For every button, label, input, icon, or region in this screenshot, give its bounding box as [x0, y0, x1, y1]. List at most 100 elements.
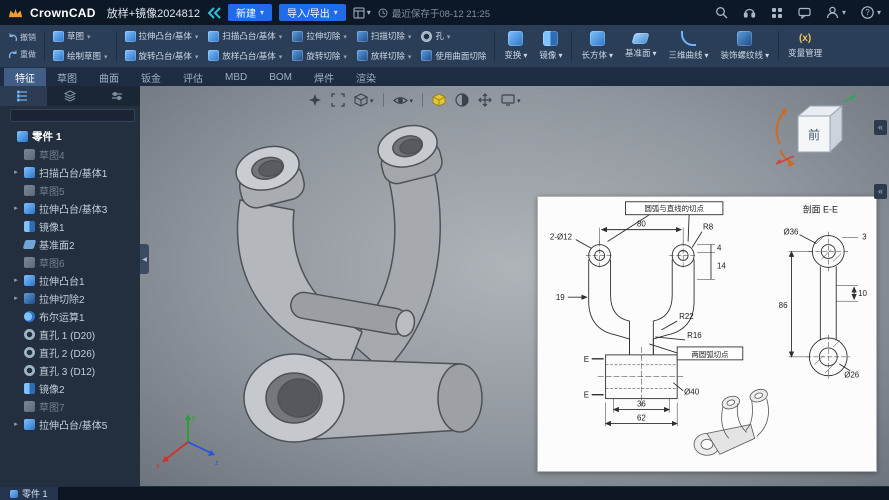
- surface-cut-button[interactable]: 使用曲面切除: [417, 47, 490, 66]
- tree-item-label: 草图5: [39, 186, 65, 198]
- titlebar-actions: ?: [715, 6, 881, 19]
- loft-boss-button[interactable]: 放样凸台/基体: [204, 47, 286, 66]
- tab-weldment[interactable]: 焊件: [303, 68, 345, 86]
- variable-manager-button[interactable]: (x) 变量管理: [783, 27, 827, 65]
- tab-display-settings[interactable]: [93, 86, 140, 106]
- user-menu[interactable]: [826, 6, 846, 19]
- expand-arrow-icon[interactable]: [12, 168, 20, 176]
- chevron-down-icon: [279, 31, 283, 41]
- undo-button[interactable]: 撤销: [6, 31, 38, 45]
- tree-item[interactable]: 草图4: [0, 145, 140, 163]
- viewport-3d[interactable]: 80 R8 2-Ø12 4 14 19 R22 R16 两圆弧切点 圆弧与直线的…: [140, 86, 889, 486]
- sweep-cut-button[interactable]: 扫描切除: [353, 27, 416, 46]
- sketch-button[interactable]: 草图: [49, 27, 112, 46]
- expand-arrow-icon[interactable]: [12, 276, 20, 284]
- expand-arrow-icon[interactable]: [12, 420, 20, 428]
- right-panel-toggle-icon[interactable]: [874, 184, 887, 199]
- titlebar: CrownCAD 放样+镜像2024812 新建 导入/导出 最近保存于08-1…: [0, 0, 889, 25]
- message-icon[interactable]: [798, 7, 811, 19]
- search-icon[interactable]: [715, 6, 728, 19]
- revolve-boss-button[interactable]: 旋转凸台/基体: [121, 47, 203, 66]
- mirror-button[interactable]: 镜像: [534, 27, 567, 65]
- tree-item-label: 基准面2: [39, 240, 75, 252]
- extrude-cut-button[interactable]: 拉伸切除: [288, 27, 351, 46]
- hole-icon: [421, 30, 433, 42]
- right-panel-toggle-icon[interactable]: [874, 120, 887, 135]
- transform-button[interactable]: 变换: [499, 27, 532, 65]
- tree-item[interactable]: 草图6: [0, 253, 140, 271]
- part-tab[interactable]: 零件 1: [0, 487, 58, 500]
- loft-cut-button[interactable]: 放样切除: [353, 47, 416, 66]
- tab-mbd[interactable]: MBD: [214, 68, 258, 86]
- expand-arrow-icon[interactable]: [12, 204, 20, 212]
- undo-redo-group: 撤销 重做: [4, 27, 40, 65]
- help-menu[interactable]: ?: [861, 6, 881, 19]
- tree-item[interactable]: 镜像2: [0, 379, 140, 397]
- sweep-boss-button[interactable]: 扫描凸台/基体: [204, 27, 286, 46]
- tree-root-part[interactable]: 零件 1: [0, 127, 140, 145]
- box-button[interactable]: 长方体: [576, 27, 618, 65]
- headset-icon[interactable]: [743, 6, 756, 19]
- chevron-down-icon: [343, 51, 347, 61]
- tree-item[interactable]: 草图7: [0, 397, 140, 415]
- draw-sketch-button[interactable]: 绘制草图: [49, 47, 112, 66]
- tree-item-label: 扫描凸台/基体1: [39, 168, 108, 180]
- tab-sketch[interactable]: 草图: [46, 68, 88, 86]
- tab-render[interactable]: 渲染: [345, 68, 387, 86]
- tree-item[interactable]: 布尔运算1: [0, 307, 140, 325]
- tree-collapse-handle[interactable]: [140, 244, 149, 274]
- revolve-cut-icon: [292, 50, 304, 62]
- apps-grid-icon[interactable]: [771, 7, 783, 19]
- tab-model-tree[interactable]: [0, 86, 47, 106]
- tree-item[interactable]: 镜像1: [0, 217, 140, 235]
- revolve-boss-icon: [124, 50, 136, 62]
- chevron-down-icon: [334, 7, 338, 18]
- tree-item[interactable]: 拉伸凸台1: [0, 271, 140, 289]
- redo-button[interactable]: 重做: [6, 48, 38, 62]
- view-cube-front-label[interactable]: 前: [808, 127, 820, 142]
- view-cube[interactable]: 前: [768, 90, 863, 170]
- expand-arrow-icon[interactable]: [12, 294, 20, 302]
- chevron-down-icon: [765, 50, 769, 60]
- tree-item[interactable]: 直孔 2 (D26): [0, 343, 140, 361]
- hole-button[interactable]: 孔: [417, 27, 490, 46]
- tree-item[interactable]: 拉伸切除2: [0, 289, 140, 307]
- tab-sheetmetal[interactable]: 钣金: [130, 68, 172, 86]
- layout-icon[interactable]: [353, 7, 371, 19]
- tree-item[interactable]: 拉伸凸台/基体3: [0, 199, 140, 217]
- datum-plane-button[interactable]: 基准面: [620, 27, 662, 65]
- tab-surface[interactable]: 曲面: [88, 68, 130, 86]
- new-button[interactable]: 新建: [227, 4, 272, 21]
- part-icon: [17, 130, 28, 142]
- engineering-drawing: 80 R8 2-Ø12 4 14 19 R22 R16 两圆弧切点 圆弧与直线的…: [550, 201, 868, 456]
- tree-filter-row: [0, 106, 140, 125]
- extrude-boss-button[interactable]: 拉伸凸台/基体: [121, 27, 203, 46]
- tree-item[interactable]: 直孔 1 (D20): [0, 325, 140, 343]
- callout-two-arc-tangent: 两圆弧切点: [691, 349, 729, 359]
- back-icon[interactable]: [207, 6, 221, 19]
- tree-filter-input[interactable]: [10, 109, 135, 122]
- tab-configurations[interactable]: [47, 86, 94, 106]
- chevron-down-icon: [279, 51, 283, 61]
- chevron-down-icon: [842, 7, 846, 18]
- tree-item[interactable]: 草图5: [0, 181, 140, 199]
- tree-root-label: 零件 1: [32, 130, 62, 143]
- save-status-text: 最近保存于08-12 21:25: [391, 8, 491, 20]
- surface-cut-icon: [421, 50, 433, 62]
- chevron-down-icon: [877, 7, 881, 18]
- tab-evaluate[interactable]: 评估: [172, 68, 214, 86]
- sketch-icon: [24, 400, 35, 412]
- cosmetic-thread-button[interactable]: 装饰螺纹线: [716, 27, 775, 65]
- tab-features[interactable]: 特征: [4, 68, 46, 86]
- curve-3d-button[interactable]: 三维曲线: [664, 27, 714, 65]
- revolve-cut-button[interactable]: 旋转切除: [288, 47, 351, 66]
- tree-item[interactable]: 直孔 3 (D12): [0, 361, 140, 379]
- tree-item[interactable]: 基准面2: [0, 235, 140, 253]
- tree-item[interactable]: 拉伸凸台/基体5: [0, 415, 140, 433]
- axis-z-label: z: [215, 460, 219, 467]
- tab-bom[interactable]: BOM: [258, 68, 303, 86]
- import-export-button[interactable]: 导入/导出: [279, 4, 346, 21]
- tree-item-label: 拉伸凸台1: [39, 276, 85, 288]
- tree-item[interactable]: 扫描凸台/基体1: [0, 163, 140, 181]
- tree-item-label: 镜像1: [39, 222, 65, 234]
